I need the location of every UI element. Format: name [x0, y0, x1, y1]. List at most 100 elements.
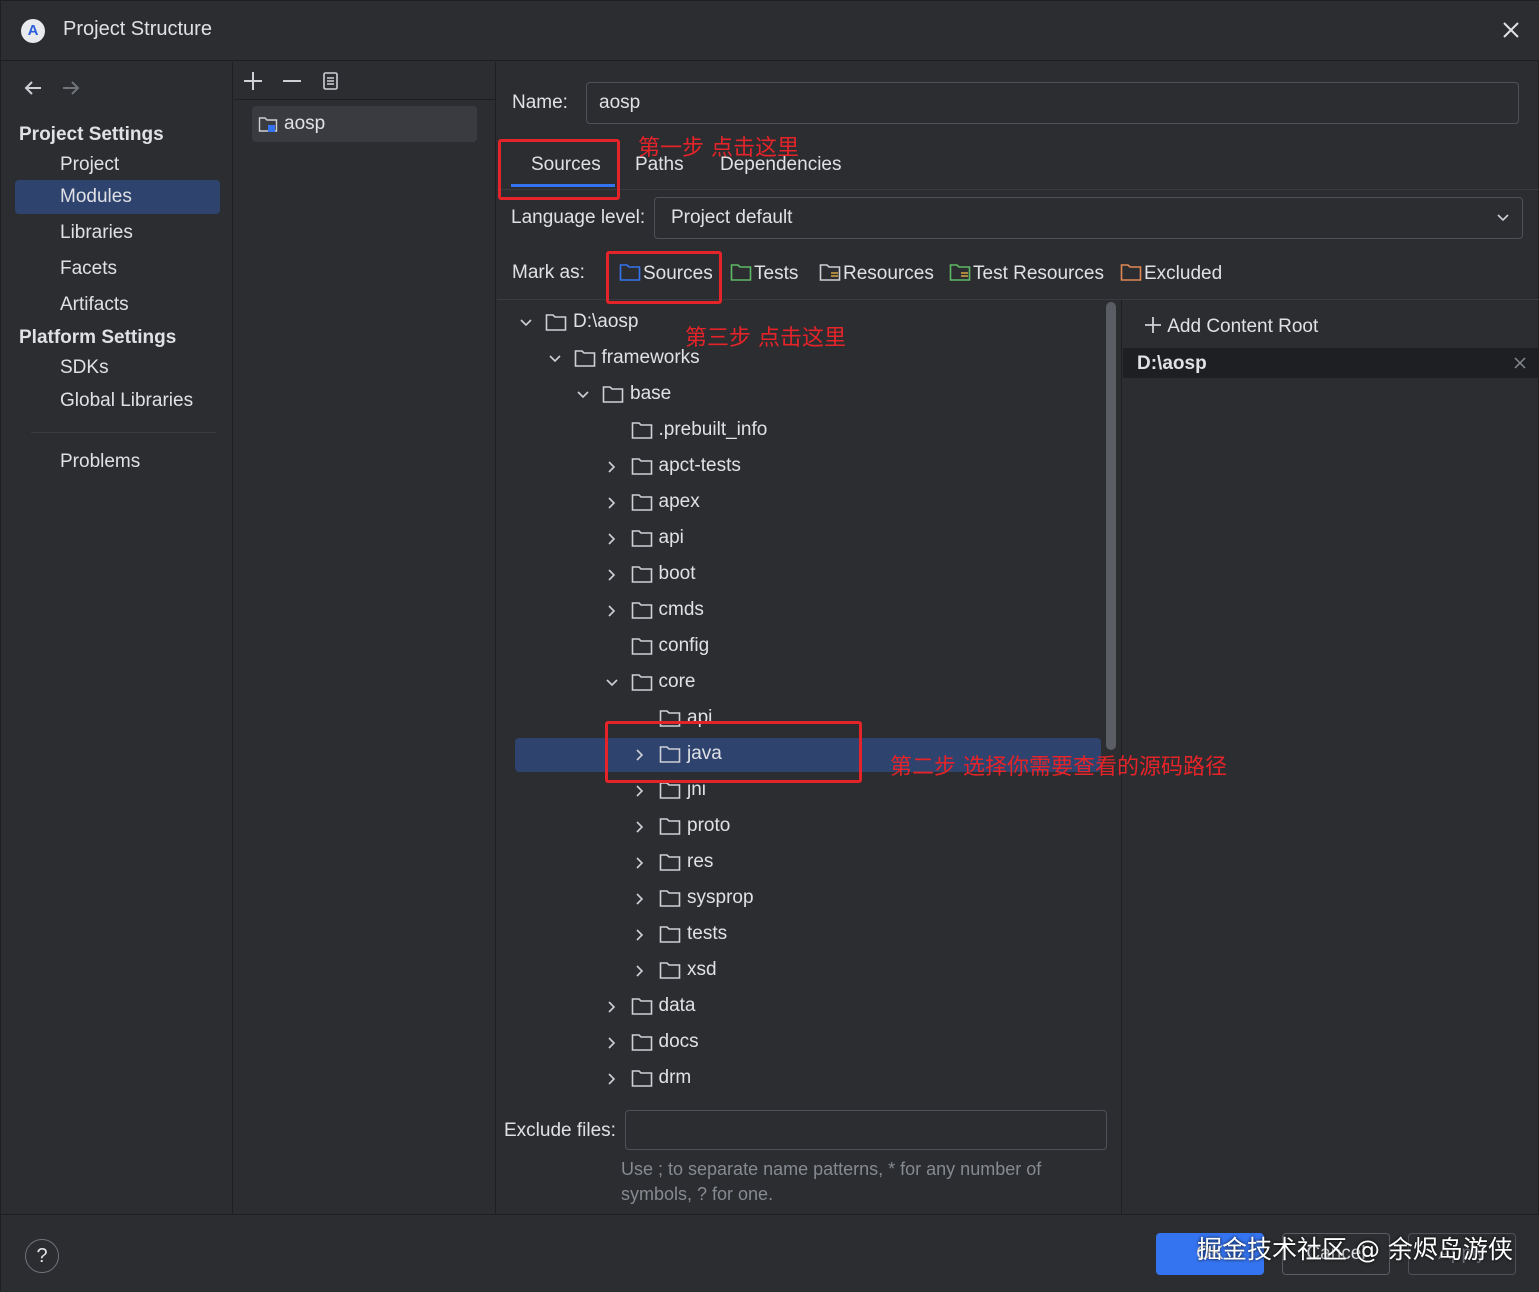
folder-icon [631, 422, 652, 439]
tree-row-label: core [658, 671, 696, 692]
folder-icon [631, 998, 652, 1015]
tree-row[interactable]: xsd [515, 954, 1101, 988]
tree-row-label: apct-tests [658, 455, 741, 476]
module-name-input[interactable]: aosp [586, 82, 1519, 124]
back-arrow-icon[interactable] [21, 76, 45, 100]
tree-row[interactable]: tests [515, 918, 1101, 952]
tree-row[interactable]: drm [515, 1062, 1101, 1096]
folder-icon [631, 1034, 652, 1051]
tree-row-label: sysprop [687, 887, 754, 908]
remove-content-root-icon[interactable] [1513, 356, 1527, 370]
help-button[interactable]: ? [25, 1239, 59, 1273]
step1-highlight-box [498, 139, 620, 200]
tree-row[interactable]: api [515, 522, 1101, 556]
step3-annotation: 第三步 点击这里 [685, 326, 846, 351]
chevron-right-icon[interactable] [633, 820, 647, 834]
mark-as-tests-button[interactable]: Tests [730, 263, 798, 285]
tree-row-label: D:\aosp [573, 311, 639, 332]
tree-row[interactable]: sysprop [515, 882, 1101, 916]
tree-row[interactable]: core [515, 666, 1101, 700]
add-content-root-label: Add Content Root [1167, 316, 1319, 337]
tree-row[interactable]: docs [515, 1026, 1101, 1060]
tree-row[interactable]: proto [515, 810, 1101, 844]
folder-icon [659, 782, 681, 799]
chevron-down-icon[interactable] [548, 352, 562, 366]
folder-icon [574, 350, 595, 367]
tree-row[interactable]: boot [515, 558, 1101, 592]
step1-annotation: 第一步 点击这里 [638, 136, 799, 161]
chevron-right-icon[interactable] [605, 532, 619, 546]
folder-icon [659, 818, 681, 835]
add-content-root-button[interactable]: Add Content Root [1143, 315, 1318, 338]
module-label: aosp [284, 113, 326, 134]
folder-icon [659, 962, 681, 979]
chevron-down-icon[interactable] [605, 676, 619, 690]
chevron-down-icon[interactable] [576, 388, 590, 402]
directory-tree[interactable]: D:\aosp frameworks base .prebuilt_info apct-… [497, 300, 1119, 1112]
chevron-right-icon[interactable] [605, 604, 619, 618]
tree-row[interactable]: base [515, 378, 1101, 412]
folder-icon [659, 890, 681, 907]
chevron-right-icon[interactable] [605, 1000, 619, 1014]
watermark: 掘金技术社区 @ 余烬岛游侠 [1197, 1235, 1513, 1264]
chevron-right-icon[interactable] [605, 460, 619, 474]
tree-row[interactable]: res [515, 846, 1101, 880]
nav-item-libraries[interactable]: Libraries [15, 216, 220, 250]
chevron-right-icon[interactable] [605, 1072, 619, 1086]
tree-row-label: data [658, 995, 696, 1016]
chevron-down-icon[interactable] [519, 316, 533, 330]
tree-row[interactable]: data [515, 990, 1101, 1024]
tree-row-label: config [658, 635, 710, 656]
tree-row[interactable]: config [515, 630, 1101, 664]
nav-item-modules[interactable]: Modules [15, 180, 220, 214]
tree-row-label: tests [687, 923, 728, 944]
nav-item-global-libraries[interactable]: Global Libraries [15, 384, 220, 418]
chevron-right-icon[interactable] [633, 964, 647, 978]
tree-scrollbar[interactable] [1106, 302, 1116, 750]
forward-arrow-icon[interactable] [59, 76, 83, 100]
settings-navigation: Project Settings Project Modules Librari… [1, 62, 233, 1214]
nav-item-problems[interactable]: Problems [15, 445, 220, 479]
chevron-right-icon[interactable] [633, 784, 647, 798]
exclude-files-input[interactable] [625, 1110, 1107, 1150]
chevron-right-icon[interactable] [605, 568, 619, 582]
folder-icon [631, 602, 652, 619]
language-level-select[interactable]: Project default [654, 197, 1523, 239]
tree-row[interactable]: .prebuilt_info [515, 414, 1101, 448]
nav-item-facets[interactable]: Facets [15, 252, 220, 286]
folder-icon [659, 926, 681, 943]
folder-icon [545, 314, 567, 331]
platform-settings-header: Platform Settings [19, 327, 177, 348]
tree-row[interactable]: apct-tests [515, 450, 1101, 484]
plus-icon [1145, 317, 1161, 333]
project-structure-dialog: A Project Structure Project Settings Pro… [0, 0, 1539, 1292]
tree-row-label: proto [687, 815, 731, 836]
close-icon[interactable] [1496, 15, 1526, 45]
chevron-right-icon[interactable] [605, 1036, 619, 1050]
test-resources-folder-icon [949, 264, 971, 281]
tree-row-label: base [630, 383, 672, 404]
module-item-aosp[interactable]: aosp [252, 106, 477, 142]
nav-item-sdks[interactable]: SDKs [15, 351, 220, 385]
tree-row[interactable]: cmds [515, 594, 1101, 628]
tree-row[interactable]: apex [515, 486, 1101, 520]
mark-as-label: Mark as: [512, 262, 585, 283]
chevron-right-icon[interactable] [633, 856, 647, 870]
mark-as-resources-button[interactable]: Resources [819, 263, 934, 285]
mark-as-excluded-label: Excluded [1144, 263, 1223, 284]
name-label: Name: [512, 92, 568, 113]
chevron-right-icon[interactable] [633, 892, 647, 906]
chevron-right-icon[interactable] [633, 928, 647, 942]
add-icon[interactable] [240, 68, 266, 94]
nav-item-artifacts[interactable]: Artifacts [15, 288, 220, 322]
copy-icon[interactable] [318, 68, 344, 94]
tree-row-label: docs [658, 1031, 699, 1052]
modules-toolbar [234, 62, 496, 100]
remove-icon[interactable] [279, 68, 305, 94]
tree-row-label: apex [658, 491, 700, 512]
nav-item-project[interactable]: Project [15, 148, 220, 182]
content-root-path: D:\aosp [1137, 353, 1207, 374]
mark-as-test-resources-button[interactable]: Test Resources [949, 263, 1104, 285]
mark-as-excluded-button[interactable]: Excluded [1120, 263, 1222, 285]
chevron-right-icon[interactable] [605, 496, 619, 510]
